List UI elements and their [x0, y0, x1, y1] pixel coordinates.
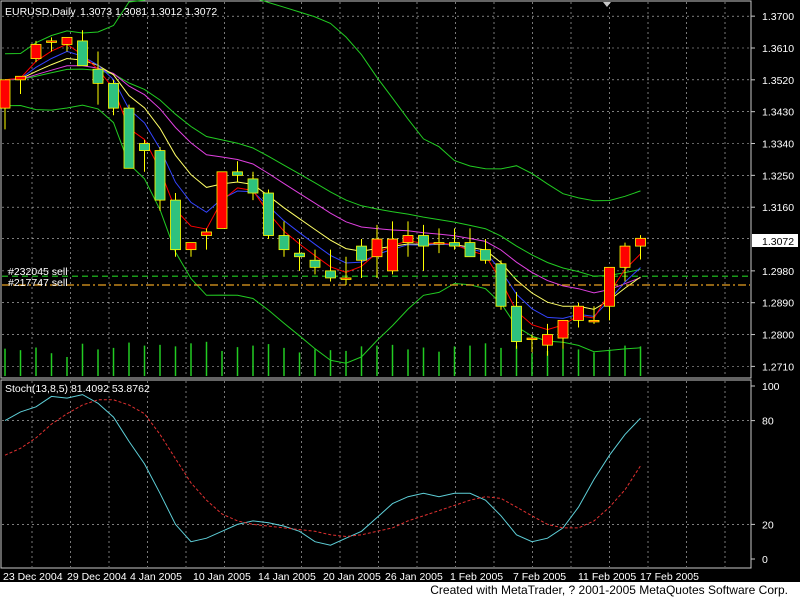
candle-body: [278, 235, 290, 251]
candle-body: [61, 36, 73, 45]
candle-body: [573, 305, 584, 321]
price-tick-label: 1.3250: [762, 170, 794, 182]
price-tick-label: 1.3610: [762, 43, 794, 55]
candle-body: [325, 270, 336, 279]
candle-body: [247, 178, 259, 194]
candle-body: [619, 245, 631, 268]
candle-body: [356, 245, 367, 261]
candle-body: [201, 231, 212, 236]
candle-body: [294, 252, 305, 258]
price-tick-label: 1.3520: [762, 75, 794, 87]
price-tick-label: 1.3160: [762, 202, 794, 214]
order-label-2: #217747 sell: [8, 277, 68, 289]
price-tick-label: 1.2710: [762, 361, 794, 373]
candle-body: [495, 263, 507, 307]
eurusd-chart: 1.3700 1.3610 1.3520 1.3430 1.3340 1.3250 1.31…: [0, 0, 800, 600]
candle-body: [635, 237, 646, 247]
candle-body: [480, 249, 491, 261]
candle-body: [185, 242, 197, 251]
stoch-tick-label: 0: [762, 554, 768, 566]
candle-body: [526, 337, 538, 340]
candle-body: [464, 242, 476, 258]
candle-body: [77, 40, 88, 67]
price-tick-label: 1.2890: [762, 298, 794, 310]
stoch-tick-label: 80: [762, 416, 774, 428]
ohlc-readout: 1.3073 1.3081 1.3012 1.3072: [80, 6, 217, 18]
price-tick-label: 1.2980: [762, 266, 794, 278]
candle-body: [108, 82, 119, 109]
candle-body: [0, 79, 11, 109]
candle-body: [309, 259, 321, 268]
candle-body: [46, 40, 57, 43]
candle-body: [123, 107, 135, 169]
candle-body: [402, 235, 414, 243]
credit-bar: Created with MetaTrader, ? 2001-2005 Met…: [0, 582, 800, 600]
candle-body: [418, 235, 429, 247]
candle-body: [433, 242, 445, 245]
candle-body: [216, 171, 228, 229]
current-price-label: 1.3072: [762, 236, 794, 248]
stoch-tick-label: 20: [762, 519, 774, 531]
price-tick-label: 1.3340: [762, 139, 794, 151]
candle-body: [542, 334, 553, 346]
candle-body: [557, 319, 569, 339]
candle-body: [371, 238, 383, 258]
candle-body: [449, 242, 460, 247]
candle-body: [588, 319, 600, 323]
price-tick-label: 1.3430: [762, 107, 794, 119]
candle-body: [232, 171, 243, 176]
candle-body: [604, 266, 615, 307]
candle-body: [139, 143, 150, 151]
candle-body: [15, 75, 26, 81]
candle-body: [170, 199, 181, 251]
stoch-tick-label: 100: [762, 381, 780, 393]
stoch-title: Stoch(13,8,5) 81.4092 53.8762: [5, 383, 150, 395]
candle-body: [387, 238, 398, 272]
candle-body: [340, 277, 352, 280]
price-tick-label: 1.3700: [762, 11, 794, 23]
candle-body: [92, 68, 104, 84]
candle-body: [30, 44, 42, 60]
credit-text: Created with MetaTrader, ? 2001-2005 Met…: [430, 583, 788, 597]
candle-body: [511, 305, 522, 343]
candle-body: [263, 192, 274, 236]
symbol-title: EURUSD,Daily: [5, 6, 76, 18]
price-tick-label: 1.2800: [762, 330, 794, 342]
candle-body: [154, 150, 166, 201]
